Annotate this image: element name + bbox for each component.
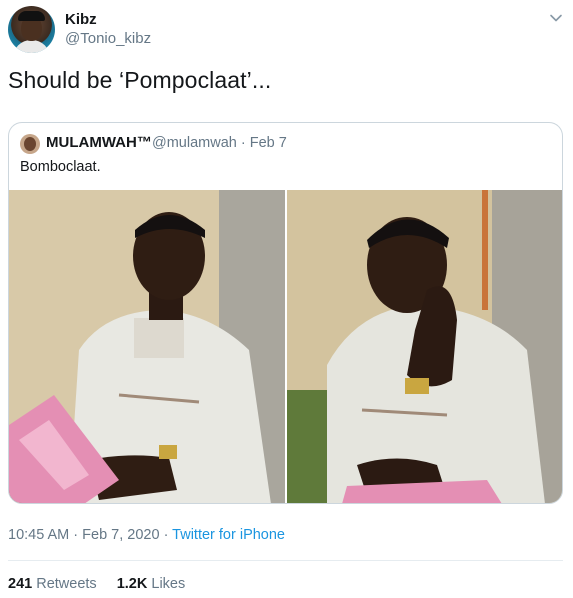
author-name[interactable]: Kibz <box>65 11 97 28</box>
author-handle[interactable]: @Tonio_kibz <box>65 30 151 47</box>
quoted-tweet[interactable]: MULAMWAH™ @mulamwah · Feb 7 Bomboclaat. <box>8 122 563 504</box>
likes-stat[interactable]: 1.2K Likes <box>117 576 186 592</box>
tweet-timestamp: 10:45 AM · Feb 7, 2020 · Twitter for iPh… <box>8 527 285 543</box>
quoted-photo-right[interactable] <box>287 190 562 503</box>
quoted-author-avatar <box>20 134 40 154</box>
likes-label: Likes <box>147 576 186 592</box>
author-avatar[interactable] <box>8 6 55 53</box>
retweets-count: 241 <box>8 576 33 592</box>
quoted-author-name: MULAMWAH™ <box>46 134 152 151</box>
tweet-stats: 241 Retweets 1.2K Likes <box>8 576 201 592</box>
retweets-label: Retweets <box>32 576 97 592</box>
timestamp-text: 10:45 AM · Feb 7, 2020 · <box>8 527 173 543</box>
divider <box>8 560 563 561</box>
tweet-source-link[interactable]: Twitter for iPhone <box>172 527 285 543</box>
quoted-author-meta: @mulamwah · Feb 7 <box>152 135 287 151</box>
likes-count: 1.2K <box>116 576 148 592</box>
tweet-card: Kibz @Tonio_kibz Should be ‘Pompoclaat’.… <box>0 0 573 598</box>
quoted-photo-left[interactable] <box>9 190 285 503</box>
chevron-down-icon[interactable] <box>549 11 563 25</box>
quoted-tweet-text: Bomboclaat. <box>20 159 101 175</box>
tweet-text: Should be ‘Pompoclaat’... <box>8 67 272 93</box>
retweets-stat[interactable]: 241 Retweets <box>8 576 97 592</box>
